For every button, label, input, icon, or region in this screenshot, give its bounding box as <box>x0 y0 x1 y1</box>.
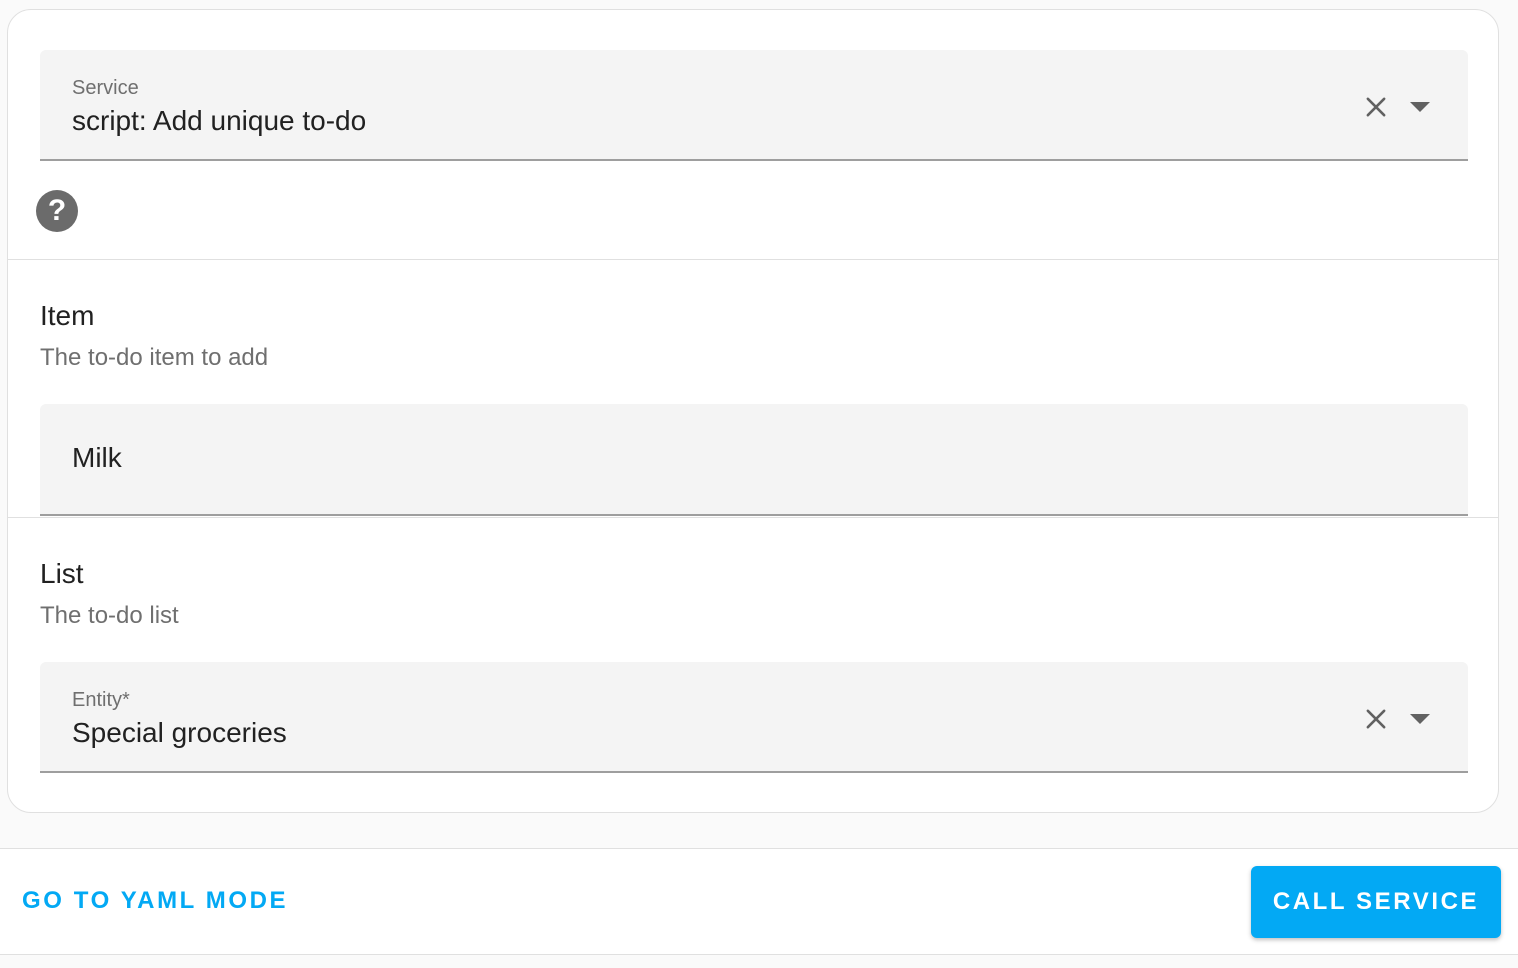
service-card: Service script: Add unique to-do ? Item … <box>7 9 1499 813</box>
list-title: List <box>40 558 84 589</box>
item-description: The to-do item to add <box>40 344 269 371</box>
go-to-yaml-mode-button[interactable]: GO TO YAML MODE <box>22 887 288 915</box>
section-divider <box>8 517 1498 518</box>
service-select[interactable]: Service script: Add unique to-do <box>40 50 1468 161</box>
section-divider <box>8 259 1498 260</box>
service-dropdown-arrow-icon[interactable] <box>1408 100 1432 114</box>
item-input[interactable] <box>72 442 1372 474</box>
clear-entity-icon[interactable] <box>1362 705 1390 733</box>
help-icon[interactable]: ? <box>36 190 78 232</box>
entity-value: Special groceries <box>72 717 287 748</box>
item-field[interactable] <box>40 404 1468 516</box>
item-title: Item <box>40 300 95 331</box>
service-label: Service <box>72 77 139 99</box>
entity-label: Entity* <box>72 689 130 711</box>
entity-select[interactable]: Entity* Special groceries <box>40 662 1468 773</box>
list-description: The to-do list <box>40 602 179 629</box>
entity-dropdown-arrow-icon[interactable] <box>1408 712 1432 726</box>
service-value: script: Add unique to-do <box>72 105 367 136</box>
call-service-button[interactable]: CALL SERVICE <box>1251 866 1501 938</box>
clear-service-icon[interactable] <box>1362 93 1390 121</box>
action-footer: GO TO YAML MODE CALL SERVICE <box>0 848 1518 955</box>
